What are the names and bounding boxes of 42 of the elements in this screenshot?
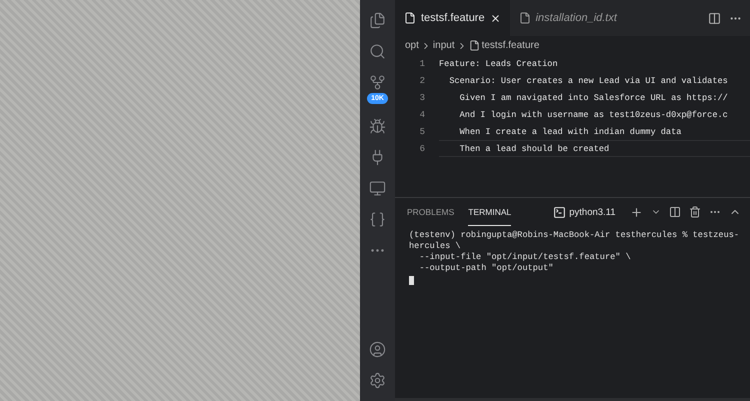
file-icon [404, 12, 416, 24]
text-cursor [409, 276, 414, 285]
panel-tab[interactable]: PROBLEMS [407, 198, 454, 226]
settings-icon[interactable] [369, 372, 386, 389]
split-terminal-icon[interactable] [668, 206, 681, 218]
search-icon[interactable] [369, 43, 386, 60]
line-number: 6 [418, 142, 425, 156]
braces-icon[interactable] [369, 211, 386, 228]
terminal-line: --input-file "opt/input/testsf.feature" \ [418, 252, 632, 263]
breadcrumb[interactable]: input [432, 40, 455, 51]
files-icon[interactable] [369, 12, 386, 29]
code-text: And I login with username as test10zeus-d0xp@force.c [458, 108, 729, 122]
plus-icon[interactable] [630, 206, 643, 218]
code-text: Feature: Leads Creation [439, 58, 559, 70]
terminal-name[interactable]: python3.11 [569, 206, 616, 218]
breadcrumb[interactable]: testsf.feature [482, 40, 540, 51]
editor-tab[interactable]: testsf.feature [395, 0, 510, 36]
line-number: 3 [418, 92, 425, 104]
line-number: 5 [418, 126, 425, 138]
code-text: Scenario: User creates a new Lead via UI and validates [448, 74, 729, 88]
terminal-line: (testenv) robingupta@Robins-MacBook-Air testhercules % testzeus- [409, 230, 736, 241]
code-text: Given I am navigated into Salesforce URL as https:// [458, 92, 729, 104]
account-icon[interactable] [369, 341, 386, 358]
close-icon[interactable] [490, 12, 501, 24]
line-number: 1 [418, 58, 425, 70]
panel-tab[interactable]: TERMINAL [468, 198, 512, 226]
terminal-line: hercules \ [409, 241, 462, 252]
code-text: Then a lead should be created [439, 140, 750, 157]
file-icon [468, 40, 480, 51]
monitor-icon[interactable] [369, 180, 386, 197]
line-number: 4 [418, 108, 425, 122]
source-control-icon[interactable] [369, 74, 386, 91]
terminal-icon [553, 206, 566, 218]
editor-tab[interactable]: installation_id.txt [510, 0, 626, 36]
code-text: When I create a lead with indian dummy data [458, 126, 682, 138]
file-icon [518, 12, 531, 24]
split-editor-icon[interactable] [708, 12, 721, 24]
terminal-line: --output-path "opt/output" [418, 263, 554, 274]
line-number: 2 [418, 74, 425, 88]
bug-icon[interactable] [369, 118, 386, 135]
trash-icon[interactable] [688, 206, 701, 218]
breadcrumb[interactable]: opt [405, 40, 419, 51]
